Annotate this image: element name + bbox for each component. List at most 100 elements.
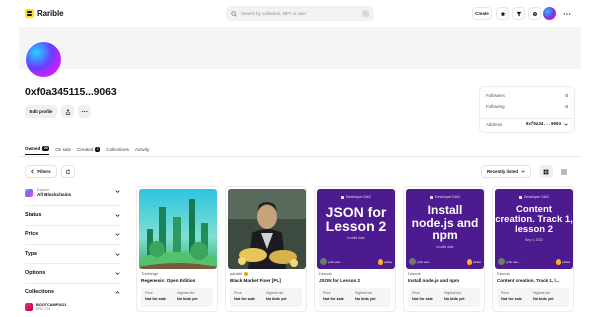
nft-art-date: Invalid date	[436, 244, 454, 249]
tab-collections-label: Collections	[106, 146, 129, 152]
nft-collection[interactable]: Dework	[319, 272, 332, 276]
bid-value: No bids yet	[177, 296, 198, 301]
search-icon	[231, 10, 237, 17]
nft-art-user: john.eas...	[328, 259, 343, 264]
nft-card[interactable]: Developer DAO JSON for Lesson 2 Invalid …	[314, 186, 396, 312]
nft-collection[interactable]: Dework	[408, 272, 421, 276]
profile-cover	[19, 27, 581, 69]
divider	[25, 225, 120, 226]
search-input[interactable]	[241, 11, 358, 16]
nft-art-header-text: Developer DAO	[434, 195, 461, 199]
price-panel: Price Not for sale Highest bid No bids yet	[408, 288, 480, 307]
bid-label: Highest bid	[444, 291, 461, 295]
filter-options[interactable]: Options	[25, 270, 120, 276]
nft-name: Black Market Fixer [PL]	[230, 278, 281, 283]
nft-collection[interactable]: Dework	[497, 272, 510, 276]
nft-name: Regenesis: Open Edition	[141, 278, 196, 283]
more-menu-button[interactable]	[560, 7, 573, 20]
tab-activity[interactable]: Activity	[135, 147, 150, 155]
nft-art-header: Developer DAO	[518, 195, 549, 199]
tab-on-sale[interactable]: On sale	[55, 147, 71, 155]
blockchain-selector[interactable]: Explore All Blockchains	[25, 188, 120, 197]
nft-collection-wrap[interactable]: parallel	[230, 272, 249, 276]
more-icon	[81, 110, 88, 113]
nft-image: Developer DAO JSON for Lesson 2 Invalid …	[317, 189, 395, 269]
nft-art-footer: john.eas... pinkie	[320, 257, 392, 266]
price-value: Not for sale	[145, 296, 166, 301]
filter-status[interactable]: Status	[25, 212, 120, 218]
nft-art-user: pinkie	[473, 259, 481, 264]
chevron-left-icon	[31, 169, 35, 174]
price-label: Price	[412, 291, 420, 295]
price-panel: Price Not for sale Highest bid No bids yet	[497, 288, 569, 307]
tab-created-label: Created	[77, 146, 94, 152]
nft-art-header: Developer DAO	[429, 195, 461, 199]
avatar	[498, 258, 505, 265]
profile-tabs: Owned 20 On sale Created 1 Collections A…	[25, 146, 149, 155]
tab-owned-label: Owned	[25, 146, 41, 151]
bid-value: No bids yet	[266, 296, 287, 301]
brand-logo[interactable]: Rarible	[25, 9, 64, 18]
price-value: Not for sale	[501, 296, 522, 301]
blockchain-icon	[25, 188, 33, 197]
edit-profile-button[interactable]: Edit profile	[25, 105, 57, 118]
profile-more-button[interactable]	[78, 105, 91, 118]
refresh-icon	[65, 168, 71, 174]
user-avatar[interactable]	[543, 7, 556, 20]
favorites-button[interactable]	[496, 7, 509, 20]
nft-card[interactable]: Developer DAO Content creation. Track 1,…	[492, 186, 574, 312]
tab-activity-label: Activity	[134, 146, 150, 152]
filters-toggle-button[interactable]: Filters	[25, 165, 57, 178]
nft-art-user: john.eas...	[506, 259, 521, 264]
dao-logo-icon	[518, 195, 522, 199]
chevron-down-icon	[115, 271, 120, 275]
search-bar[interactable]: /	[226, 6, 374, 21]
collection-filter-item[interactable]: BOOTCAMP2021 ERC-721	[25, 303, 67, 311]
filter-type[interactable]: Type	[25, 251, 120, 257]
nft-art-footer: john.eas... pinkie	[498, 257, 570, 266]
nft-name: Content creation. Track 1, l...	[497, 278, 560, 283]
chevron-down-icon	[564, 123, 568, 126]
following-label: Following	[486, 104, 505, 109]
price-panel: Price Not for sale Highest bid No bids yet	[141, 288, 213, 307]
address-value-wrap: 0xf0a34...9063	[526, 122, 568, 127]
filter-options-label: Options	[25, 270, 46, 276]
filter-icon	[516, 11, 521, 16]
tab-owned-count: 20	[42, 146, 50, 151]
sort-dropdown[interactable]: Recently listed	[481, 165, 531, 178]
followers-row[interactable]: Followers 0	[486, 93, 568, 98]
settings-button[interactable]	[528, 7, 541, 20]
filter-collections[interactable]: Collections	[25, 289, 120, 295]
filter-price[interactable]: Price	[25, 231, 120, 237]
filter-menu-button[interactable]	[512, 7, 525, 20]
following-row[interactable]: Following 0	[486, 104, 568, 109]
profile-avatar	[25, 41, 62, 78]
avatar	[409, 258, 416, 265]
create-button[interactable]: Create	[472, 7, 492, 20]
grid-view-large-button[interactable]	[539, 165, 553, 178]
nft-card[interactable]: TheMerge Regenesis: Open Edition Price No…	[136, 186, 218, 312]
divider	[25, 205, 120, 206]
chevron-down-icon	[521, 170, 525, 173]
bid-label: Highest bid	[177, 291, 194, 295]
address-row[interactable]: Address 0xf0a34...9063	[486, 122, 568, 127]
flame-icon	[466, 258, 472, 265]
filters-label: Filters	[37, 169, 51, 174]
bid-label: Highest bid	[355, 291, 372, 295]
nft-collection[interactable]: TheMerge	[141, 272, 158, 276]
bid-value: No bids yet	[444, 296, 465, 301]
refresh-button[interactable]	[61, 165, 75, 178]
price-label: Price	[145, 291, 153, 295]
nft-image: Developer DAO Install node.js and npm In…	[406, 189, 484, 269]
chevron-down-icon	[115, 213, 120, 217]
nft-card[interactable]: Developer DAO Install node.js and npm In…	[403, 186, 485, 312]
divider	[25, 263, 120, 264]
nft-card[interactable]: parallel Black Market Fixer [PL] Price No…	[225, 186, 307, 312]
tab-owned[interactable]: Owned 20	[25, 146, 50, 155]
tab-collections[interactable]: Collections	[106, 147, 128, 155]
tab-created[interactable]: Created 1	[77, 146, 101, 155]
share-button[interactable]	[61, 105, 74, 118]
chevron-down-icon	[115, 190, 120, 193]
price-value: Not for sale	[323, 296, 344, 301]
grid-view-small-button[interactable]	[557, 165, 571, 178]
